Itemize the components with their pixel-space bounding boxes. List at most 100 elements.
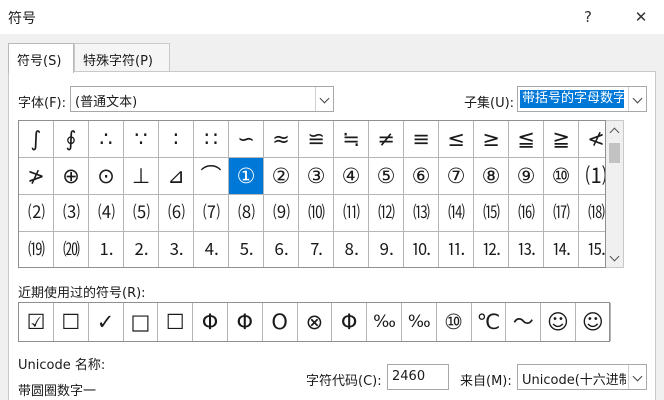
symbol-grid[interactable]: ∫ ∮ ∴ ∵ ∶ ∷ ∽ ≈ ≌ ≒ ≠ ≡ ≤ ≥ ≦ ≧ ≮ ≯ ⊕ ⊙ ⊥ ⊿ ⌒ ① ② ③ ④ ⑤ ⑥ ⑦ ⑧ ⑨ ⑩ ⑴ ⑵ ⑶ ⑷ ⑸ ⑹ ⑺…	[18, 120, 606, 268]
symbol-cell[interactable]: ≠	[369, 121, 404, 158]
symbol-cell[interactable]: ⑸	[124, 195, 159, 232]
symbol-cell[interactable]: ⊙	[89, 158, 124, 195]
symbol-cell[interactable]: ∵	[124, 121, 159, 158]
symbol-cell[interactable]: ⒉	[124, 232, 159, 267]
symbol-cell[interactable]: ③	[299, 158, 334, 195]
symbol-cell[interactable]: ⌒	[194, 158, 229, 195]
chevron-down-icon[interactable]	[315, 87, 333, 111]
symbol-cell[interactable]: ≡	[404, 121, 439, 158]
symbol-cell[interactable]: ⒄	[544, 195, 579, 232]
symbol-cell[interactable]: ⒐	[369, 232, 404, 267]
recent-symbols-grid[interactable]: ☑ ☐ ✓ □ ☐ Φ Φ Ο ⊗ Φ ‰ ‰ ⑩ ℃ ～ ☺ ☺	[18, 302, 611, 342]
symbol-cell[interactable]: ⑨	[509, 158, 544, 195]
recent-symbol-cell[interactable]: ‰	[367, 303, 402, 341]
symbol-cell[interactable]: ⒕	[544, 232, 579, 267]
scroll-thumb[interactable]	[609, 143, 620, 163]
symbol-cell[interactable]: ⒁	[439, 195, 474, 232]
symbol-cell[interactable]: ⑹	[159, 195, 194, 232]
symbol-cell[interactable]: ⒋	[194, 232, 229, 267]
font-select[interactable]: (普通文本)	[70, 86, 334, 112]
symbol-cell[interactable]: ⑦	[439, 158, 474, 195]
symbol-cell[interactable]: ≒	[334, 121, 369, 158]
symbol-cell[interactable]: ≤	[439, 121, 474, 158]
charcode-input[interactable]: 2460	[387, 364, 449, 390]
symbol-cell[interactable]: ⑺	[194, 195, 229, 232]
symbol-cell[interactable]: ≌	[299, 121, 334, 158]
symbol-cell[interactable]: ⒌	[229, 232, 264, 267]
symbol-cell[interactable]: ⑥	[404, 158, 439, 195]
recent-symbol-cell[interactable]: Φ	[228, 303, 263, 341]
from-select[interactable]: Unicode(十六进制)	[517, 364, 647, 390]
recent-symbol-cell[interactable]: ⑩	[437, 303, 472, 341]
symbol-cell[interactable]: ≦	[509, 121, 544, 158]
symbol-cell[interactable]: ≈	[264, 121, 299, 158]
symbol-cell[interactable]: ⒇	[54, 232, 89, 267]
recent-symbol-cell[interactable]: ～	[506, 303, 542, 341]
close-button[interactable]: ✕	[626, 4, 656, 30]
symbol-cell[interactable]: ∽	[229, 121, 264, 158]
symbol-cell[interactable]: ⒈	[89, 232, 124, 267]
symbol-cell[interactable]: ⑤	[369, 158, 404, 195]
symbol-cell[interactable]: ⒒	[439, 232, 474, 267]
tab-special-characters[interactable]: 特殊字符(P)	[74, 43, 170, 72]
symbol-cell[interactable]: ⒎	[299, 232, 334, 267]
symbol-cell[interactable]: ⑷	[89, 195, 124, 232]
symbol-cell[interactable]: ⊥	[124, 158, 159, 195]
symbol-grid-scrollbar[interactable]	[606, 120, 624, 268]
symbol-cell[interactable]: ⒏	[334, 232, 369, 267]
symbol-cell[interactable]: ⒀	[404, 195, 439, 232]
symbol-cell[interactable]: ≥	[474, 121, 509, 158]
recent-symbol-cell[interactable]: ☐	[158, 303, 194, 341]
symbol-cell[interactable]: ∴	[89, 121, 124, 158]
recent-symbol-cell[interactable]: Φ	[332, 303, 368, 341]
chevron-down-icon[interactable]	[628, 365, 646, 389]
recent-symbol-cell[interactable]: □	[123, 303, 159, 341]
symbol-cell[interactable]: ∮	[54, 121, 89, 158]
recent-symbol-cell[interactable]: ℃	[471, 303, 507, 341]
symbol-cell[interactable]: ∷	[194, 121, 229, 158]
tab-symbols[interactable]: 符号(S)	[8, 43, 74, 73]
symbol-cell[interactable]: ⒓	[474, 232, 509, 267]
symbol-cell[interactable]: ④	[334, 158, 369, 195]
symbol-cell[interactable]: ①	[229, 158, 264, 195]
symbol-cell[interactable]: ⑼	[264, 195, 299, 232]
symbol-cell[interactable]: ⑾	[334, 195, 369, 232]
chevron-down-icon[interactable]	[628, 87, 646, 111]
symbol-cell[interactable]: ⒆	[19, 232, 54, 267]
symbol-cell[interactable]: ⑻	[229, 195, 264, 232]
symbol-cell[interactable]: ∫	[19, 121, 54, 158]
symbol-cell[interactable]: ⒂	[474, 195, 509, 232]
help-button[interactable]: ?	[573, 4, 603, 30]
scroll-up-icon[interactable]	[606, 121, 623, 139]
symbol-cell[interactable]: ②	[264, 158, 299, 195]
symbol-cell[interactable]: ⑩	[544, 158, 579, 195]
recent-symbol-cell[interactable]: ☑	[19, 303, 54, 341]
recent-symbol-cell[interactable]: ⊗	[297, 303, 333, 341]
symbol-cell[interactable]: ⒊	[159, 232, 194, 267]
symbol-cell[interactable]: ⑵	[19, 195, 54, 232]
symbol-cell[interactable]: ⊕	[54, 158, 89, 195]
subset-select[interactable]: 带括号的字母数字	[517, 86, 647, 112]
symbol-cell[interactable]: ⑽	[299, 195, 334, 232]
symbol-cell[interactable]: ≯	[19, 158, 54, 195]
recent-symbol-cell[interactable]: ‰	[402, 303, 437, 341]
symbol-cell[interactable]: ⒔	[509, 232, 544, 267]
symbol-cell[interactable]: ⑴	[579, 158, 605, 195]
symbol-cell[interactable]: ≮	[579, 121, 605, 158]
recent-symbol-cell[interactable]: ☺	[576, 303, 611, 341]
symbol-cell[interactable]: ∶	[159, 121, 194, 158]
symbol-cell[interactable]: ⒑	[404, 232, 439, 267]
symbol-cell[interactable]: ⊿	[159, 158, 194, 195]
recent-symbol-cell[interactable]: Ο	[263, 303, 298, 341]
recent-symbol-cell[interactable]: ✓	[89, 303, 124, 341]
scroll-down-icon[interactable]	[606, 249, 623, 267]
recent-symbol-cell[interactable]: ☺	[541, 303, 576, 341]
symbol-cell[interactable]: ⑿	[369, 195, 404, 232]
recent-symbol-cell[interactable]: ☐	[54, 303, 89, 341]
symbol-cell[interactable]: ⑧	[474, 158, 509, 195]
symbol-cell[interactable]: ⒃	[509, 195, 544, 232]
symbol-cell[interactable]: ⒅	[579, 195, 605, 232]
symbol-cell[interactable]: ⒖	[579, 232, 605, 267]
symbol-cell[interactable]: ⑶	[54, 195, 89, 232]
symbol-cell[interactable]: ≧	[544, 121, 579, 158]
